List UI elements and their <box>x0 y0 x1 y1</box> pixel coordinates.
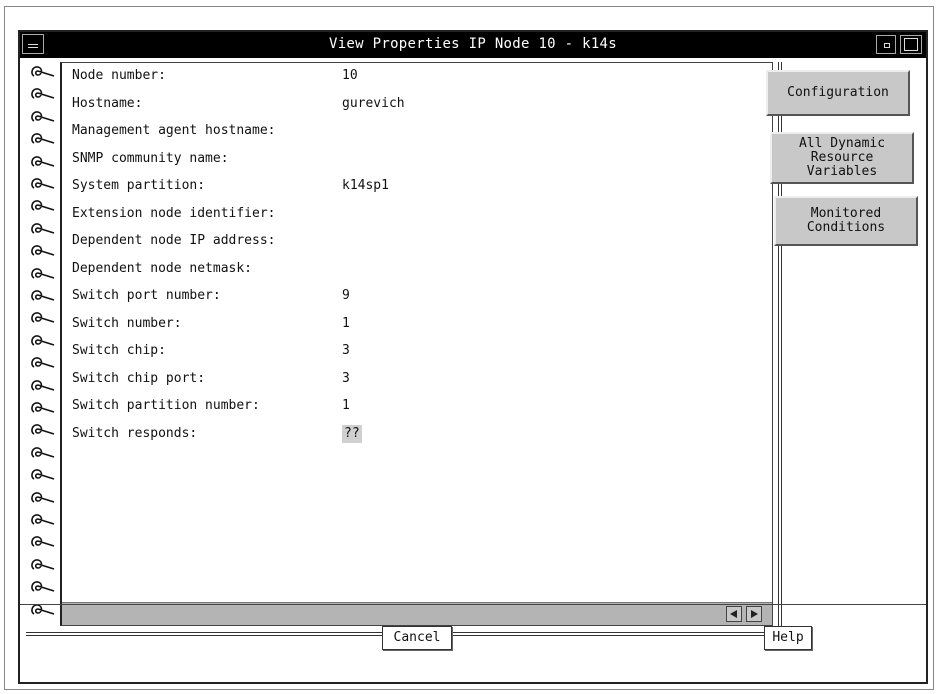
property-label: Switch responds: <box>72 425 198 441</box>
spiral-ring <box>31 245 55 256</box>
spiral-ring <box>31 222 55 234</box>
property-label: SNMP community name: <box>72 150 229 166</box>
spiral-ring <box>31 469 55 480</box>
property-value: k14sp1 <box>342 178 389 193</box>
spiral-ring <box>31 66 55 77</box>
spiral-ring <box>31 267 55 279</box>
properties-page: Node number: 10 Hostname: gurevich Managemen… <box>60 62 773 626</box>
property-label: Switch port number: <box>72 288 221 303</box>
spiral-ring <box>31 491 55 503</box>
spiral-ring <box>31 402 55 413</box>
property-label: Management agent hostname: <box>72 123 276 138</box>
property-label: Dependent node netmask: <box>72 260 253 276</box>
spiral-ring <box>31 558 55 570</box>
spiral-ring <box>31 178 55 189</box>
spiral-ring <box>31 290 55 301</box>
property-value: gurevich <box>342 95 405 111</box>
properties-window: View Properties IP Node 10 - k14s Node n… <box>18 30 928 684</box>
spiral-ring <box>31 514 55 525</box>
cancel-button[interactable]: Cancel <box>382 626 452 650</box>
window-title: View Properties IP Node 10 - k14s <box>328 36 618 52</box>
title-bar[interactable]: View Properties IP Node 10 - k14s <box>20 32 926 58</box>
divider <box>20 604 926 605</box>
maximize-icon[interactable] <box>900 35 922 54</box>
spiral-ring <box>31 312 55 324</box>
property-label: Switch partition number: <box>72 398 260 413</box>
horizontal-scrollbar[interactable] <box>62 602 772 625</box>
minimize-icon[interactable] <box>876 35 896 54</box>
tab-monitored-conditions[interactable]: Monitored Conditions <box>774 196 918 246</box>
spiral-ring <box>31 88 55 100</box>
notebook-spiral-icon <box>26 62 60 624</box>
property-label: Node number: <box>72 68 166 83</box>
arrow-right-icon[interactable] <box>746 606 762 622</box>
property-label: Dependent node IP address: <box>72 233 276 248</box>
property-value: 10 <box>342 68 358 83</box>
property-value: ?? <box>342 424 362 443</box>
spiral-ring <box>31 581 55 592</box>
notebook: Node number: 10 Hostname: gurevich Managemen… <box>26 62 782 636</box>
property-label: Switch chip port: <box>72 370 206 386</box>
spiral-ring <box>31 536 55 548</box>
property-value: 9 <box>342 288 350 303</box>
property-label: System partition: <box>72 178 206 193</box>
spiral-ring <box>31 155 55 167</box>
spiral-ring <box>31 357 55 368</box>
property-label: Switch number: <box>72 315 182 331</box>
property-value: 1 <box>342 315 350 331</box>
help-button[interactable]: Help <box>764 626 812 650</box>
spiral-ring <box>31 334 55 346</box>
property-value: 3 <box>342 343 350 358</box>
property-value: 1 <box>342 398 350 413</box>
spiral-ring <box>31 379 55 391</box>
spiral-ring <box>31 424 55 436</box>
property-value: 3 <box>342 370 350 386</box>
spiral-ring <box>31 200 55 212</box>
property-label: Switch chip: <box>72 343 166 358</box>
spiral-ring <box>31 446 55 458</box>
tab-all-dynamic-resource-variables[interactable]: All Dynamic Resource Variables <box>770 132 914 184</box>
property-label: Extension node identifier: <box>72 205 276 221</box>
arrow-left-icon[interactable] <box>726 606 742 622</box>
spiral-ring <box>31 133 55 144</box>
property-label: Hostname: <box>72 95 143 111</box>
spiral-ring <box>31 110 55 122</box>
tab-configuration[interactable]: Configuration <box>766 70 910 116</box>
